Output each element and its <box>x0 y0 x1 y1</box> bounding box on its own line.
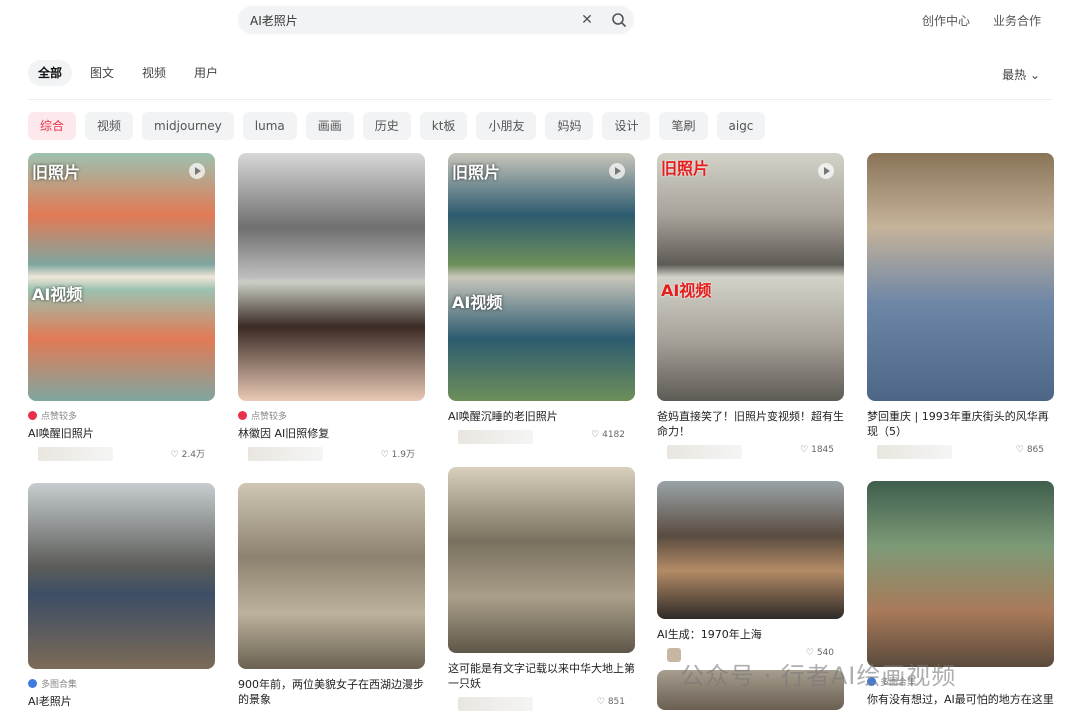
like-value: 851 <box>607 697 625 707</box>
clear-icon[interactable]: ✕ <box>578 11 596 29</box>
creator-center-link[interactable]: 创作中心 <box>922 12 970 29</box>
card-thumbnail[interactable] <box>238 153 425 401</box>
card-thumbnail[interactable] <box>657 481 844 619</box>
chip-brush[interactable]: 笔刷 <box>659 112 708 140</box>
result-card[interactable]: 旧照片 AI视频 爸妈直接笑了！旧照片变视频！超有生命力！ ♡ 1845 <box>657 153 844 461</box>
card-title[interactable]: AI老照片 <box>28 694 215 709</box>
result-card[interactable]: 梦回重庆 | 1993年重庆街头的风华再现（5） ♡ 865 <box>867 153 1054 461</box>
tab-image-text[interactable]: 图文 <box>80 60 124 86</box>
play-icon <box>818 163 834 179</box>
badge-text: 多图合集 <box>41 680 78 690</box>
like-count[interactable]: ♡ 865 <box>1016 445 1044 455</box>
author[interactable] <box>667 445 742 459</box>
fire-icon <box>238 411 247 420</box>
chip-painting[interactable]: 画画 <box>305 112 354 140</box>
chip-midjourney[interactable]: midjourney <box>142 112 234 140</box>
like-value: 1.9万 <box>391 450 415 460</box>
card-title[interactable]: AI唤醒旧照片 <box>28 426 215 441</box>
card-title[interactable]: 林徽因 AI旧照修复 <box>238 426 425 441</box>
chip-luma[interactable]: luma <box>242 112 297 140</box>
card-thumbnail[interactable] <box>28 483 215 669</box>
watermark: 公众号 · 行者AI绘画视频 <box>680 662 957 690</box>
like-value: 1845 <box>811 445 834 455</box>
like-count[interactable]: ♡ 2.4万 <box>171 447 205 460</box>
tab-all[interactable]: 全部 <box>28 60 73 86</box>
hot-badge: 点赞较多 <box>28 409 215 422</box>
overlay-label-old-photo: 旧照片 <box>661 159 710 178</box>
card-thumbnail[interactable] <box>867 153 1054 401</box>
author[interactable] <box>877 445 952 459</box>
like-count[interactable]: ♡ 1845 <box>800 445 834 455</box>
card-title[interactable]: 梦回重庆 | 1993年重庆街头的风华再现（5） <box>867 409 1054 439</box>
hot-badge: 点赞较多 <box>238 409 425 422</box>
overlay-label-ai-video: AI视频 <box>452 293 503 312</box>
author[interactable] <box>458 430 533 444</box>
like-value: 2.4万 <box>181 450 205 460</box>
card-title[interactable]: 爸妈直接笑了！旧照片变视频！超有生命力！ <box>657 409 844 439</box>
card-thumbnail[interactable]: 旧照片 AI视频 <box>657 153 844 401</box>
play-icon <box>189 163 205 179</box>
card-title[interactable]: 这可能是有文字记载以来中华大地上第一只妖 <box>448 661 635 691</box>
tab-users[interactable]: 用户 <box>184 60 228 86</box>
card-title[interactable]: 你有没有想过，AI最可怕的地方在这里 <box>867 692 1054 707</box>
author[interactable] <box>248 447 323 461</box>
search-input[interactable] <box>250 6 570 34</box>
divider <box>28 99 1052 100</box>
overlay-label-old-photo: 旧照片 <box>32 163 81 182</box>
like-count[interactable]: ♡ 1.9万 <box>381 447 415 460</box>
chip-comprehensive[interactable]: 综合 <box>28 112 77 140</box>
chip-kids[interactable]: 小朋友 <box>476 112 537 140</box>
chevron-down-icon: ⌄ <box>1029 68 1040 82</box>
badge-text: 点赞较多 <box>251 412 288 422</box>
like-count[interactable]: ♡ 4182 <box>591 430 625 440</box>
collection-icon <box>28 679 37 688</box>
card-title[interactable]: AI唤醒沉睡的老旧照片 <box>448 409 635 424</box>
author[interactable] <box>458 697 533 711</box>
result-card[interactable]: 旧照片 AI视频 点赞较多 AI唤醒旧照片 ♡ 2.4万 <box>28 153 215 463</box>
overlay-label-old-photo: 旧照片 <box>452 163 501 182</box>
sort-dropdown[interactable]: 最热 ⌄ <box>1002 66 1040 83</box>
like-count[interactable]: ♡ 851 <box>597 697 625 707</box>
chip-video[interactable]: 视频 <box>85 112 134 140</box>
result-card[interactable]: 900年前，两位美貌女子在西湖边漫步的景象 <box>238 483 425 707</box>
result-card[interactable]: 点赞较多 林徽因 AI旧照修复 ♡ 1.9万 <box>238 153 425 463</box>
chip-history[interactable]: 历史 <box>362 112 411 140</box>
play-icon <box>609 163 625 179</box>
avatar[interactable] <box>667 648 681 662</box>
card-thumbnail[interactable] <box>448 467 635 653</box>
card-title[interactable]: 900年前，两位美貌女子在西湖边漫步的景象 <box>238 677 425 707</box>
like-value: 4182 <box>602 430 625 440</box>
badge-text: 点赞较多 <box>41 412 78 422</box>
card-thumbnail[interactable]: 旧照片 AI视频 <box>28 153 215 401</box>
overlay-label-ai-video: AI视频 <box>32 285 83 304</box>
fire-icon <box>28 411 37 420</box>
card-thumbnail[interactable] <box>867 481 1054 667</box>
chip-kt-board[interactable]: kt板 <box>419 112 468 140</box>
overlay-label-ai-video: AI视频 <box>661 281 712 300</box>
search-icon[interactable] <box>610 11 628 29</box>
author[interactable] <box>38 447 113 461</box>
result-card[interactable]: 这可能是有文字记载以来中华大地上第一只妖 ♡ 851 <box>448 467 635 713</box>
chip-aigc[interactable]: aigc <box>716 112 766 140</box>
collection-badge: 多图合集 <box>28 677 215 690</box>
sort-label: 最热 <box>1002 68 1027 82</box>
tab-video[interactable]: 视频 <box>132 60 176 86</box>
search-bar[interactable]: ✕ <box>238 6 634 34</box>
like-value: 865 <box>1026 445 1044 455</box>
result-card[interactable]: 旧照片 AI视频 AI唤醒沉睡的老旧照片 ♡ 4182 <box>448 153 635 446</box>
content-tabs: 全部 图文 视频 用户 <box>28 60 228 86</box>
card-thumbnail[interactable]: 旧照片 AI视频 <box>448 153 635 401</box>
chip-design[interactable]: 设计 <box>602 112 651 140</box>
business-link[interactable]: 业务合作 <box>993 12 1041 29</box>
card-title[interactable]: AI生成：1970年上海 <box>657 627 844 642</box>
result-card[interactable]: 多图合集 AI老照片 <box>28 483 215 709</box>
filter-chips: 综合 视频 midjourney luma 画画 历史 kt板 小朋友 妈妈 设… <box>28 112 766 140</box>
card-thumbnail[interactable] <box>238 483 425 669</box>
chip-mom[interactable]: 妈妈 <box>545 112 594 140</box>
